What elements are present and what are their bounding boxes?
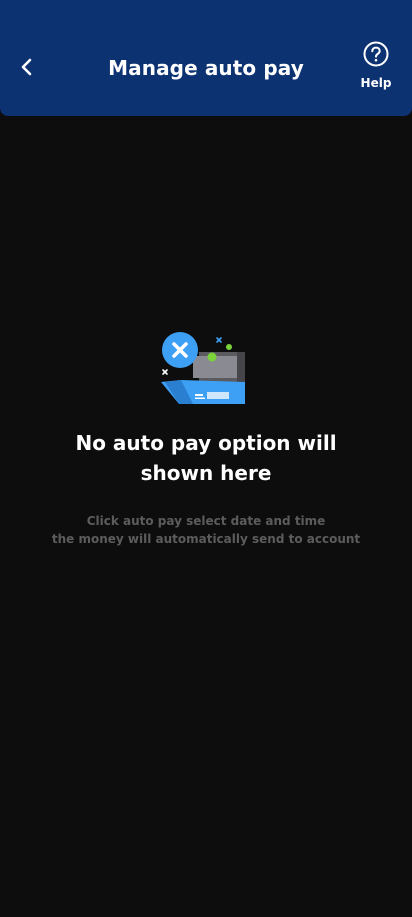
help-label: Help [360, 76, 392, 90]
help-button[interactable]: Help [352, 40, 400, 96]
empty-state: No auto pay option will shown here Click… [0, 330, 412, 548]
card-error-illustration [161, 332, 245, 404]
empty-state-description: Click auto pay select date and time the … [36, 512, 376, 548]
question-circle-icon [363, 41, 389, 67]
empty-state-description-line-1: Click auto pay select date and time [86, 514, 326, 528]
empty-state-description-line-2: the money will automatically send to acc… [51, 532, 361, 546]
manage-auto-pay-screen: Manage auto pay Help No auto pay option … [0, 0, 412, 917]
empty-state-title: No auto pay option will shown here [75, 431, 337, 485]
page-title: Manage auto pay [108, 56, 304, 80]
app-header: Manage auto pay Help [0, 0, 412, 116]
